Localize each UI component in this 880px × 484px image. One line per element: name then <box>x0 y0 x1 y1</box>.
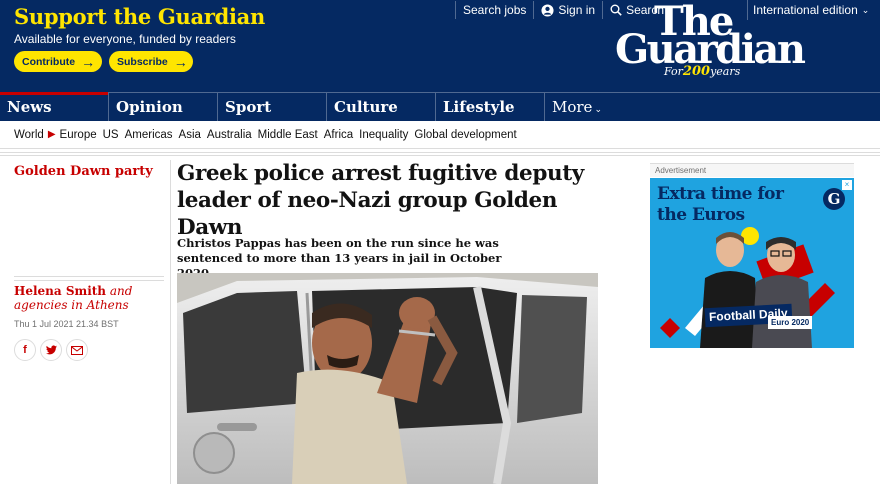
chevron-down-icon: ⌄ <box>861 4 870 15</box>
article-main-image <box>177 273 598 484</box>
subnav-americas[interactable]: Americas <box>125 129 173 141</box>
chevron-down-icon: ⌄ <box>594 105 602 115</box>
publish-date: Thu 1 Jul 2021 21.34 BST <box>14 319 119 329</box>
ad-euro-badge: Euro 2020 <box>768 316 813 329</box>
logo-for: For <box>664 65 683 78</box>
pillar-news[interactable]: News <box>0 92 109 121</box>
advertisement-label: Advertisement <box>650 163 854 177</box>
advertisement[interactable]: Extra time for the Euros × G Football Da… <box>650 178 854 348</box>
column-divider <box>170 160 171 484</box>
subnav-global-development[interactable]: Global development <box>414 129 516 141</box>
contribute-label: Contribute <box>22 55 76 68</box>
support-subtitle: Available for everyone, funded by reader… <box>14 32 236 46</box>
user-icon <box>541 3 554 17</box>
byline: Helena Smith and agencies in Athens <box>14 284 169 312</box>
subnav-middle-east[interactable]: Middle East <box>258 129 318 141</box>
top-links: Search jobs Sign in Search <box>455 0 671 20</box>
subnav: World ▶ Europe US Americas Asia Australi… <box>0 121 880 148</box>
twitter-share-button[interactable] <box>40 339 62 361</box>
masthead: Support the Guardian Available for every… <box>0 0 880 92</box>
pillar-opinion[interactable]: Opinion <box>109 93 218 121</box>
pillar-nav: News Opinion Sport Culture Lifestyle Mor… <box>0 92 880 121</box>
twitter-icon <box>45 345 57 355</box>
more-label: More <box>552 98 593 116</box>
sign-in-link[interactable]: Sign in <box>534 0 602 20</box>
facebook-share-button[interactable]: f <box>14 339 36 361</box>
section-label[interactable]: Golden Dawn party <box>14 164 153 179</box>
support-title: Support the Guardian <box>14 4 265 29</box>
search-jobs-label: Search jobs <box>463 3 527 17</box>
current-marker-icon: ▶ <box>47 129 56 140</box>
edition-label: International edition <box>753 3 858 17</box>
subnav-australia[interactable]: Australia <box>207 129 252 141</box>
arrow-right-icon: → <box>173 53 188 70</box>
subnav-europe[interactable]: Europe <box>60 129 97 141</box>
subnav-us[interactable]: US <box>103 129 119 141</box>
contribute-button[interactable]: Contribute → <box>14 51 102 72</box>
pillar-sport[interactable]: Sport <box>218 93 327 121</box>
subnav-inequality[interactable]: Inequality <box>359 129 408 141</box>
share-buttons: f <box>14 339 88 361</box>
logo-years: years <box>710 65 741 78</box>
pillar-more[interactable]: More ⌄ <box>545 93 654 121</box>
search-jobs-link[interactable]: Search jobs <box>456 0 533 20</box>
sign-in-label: Sign in <box>558 3 596 17</box>
search-icon <box>610 4 622 16</box>
divider <box>14 276 164 277</box>
divider <box>0 148 880 158</box>
author-link[interactable]: Helena Smith <box>14 284 106 298</box>
arrest-photo <box>177 273 598 484</box>
article-headline: Greek police arrest fugitive deputy lead… <box>177 161 584 240</box>
arrow-right-icon: → <box>81 53 96 70</box>
pillar-lifestyle[interactable]: Lifestyle <box>436 93 545 121</box>
subscribe-button[interactable]: Subscribe → <box>109 51 193 72</box>
facebook-icon: f <box>23 344 27 356</box>
subnav-world[interactable]: World <box>14 129 44 141</box>
pillar-culture[interactable]: Culture <box>327 93 436 121</box>
subscribe-label: Subscribe <box>117 55 168 68</box>
edition-dropdown[interactable]: International edition ⌄ <box>747 0 869 20</box>
logo-tagline: For200years <box>664 64 740 79</box>
subnav-africa[interactable]: Africa <box>324 129 353 141</box>
email-share-button[interactable] <box>66 339 88 361</box>
logo-years-number: 200 <box>682 64 711 79</box>
email-icon <box>71 345 83 355</box>
divider <box>14 280 164 281</box>
subnav-asia[interactable]: Asia <box>179 129 201 141</box>
